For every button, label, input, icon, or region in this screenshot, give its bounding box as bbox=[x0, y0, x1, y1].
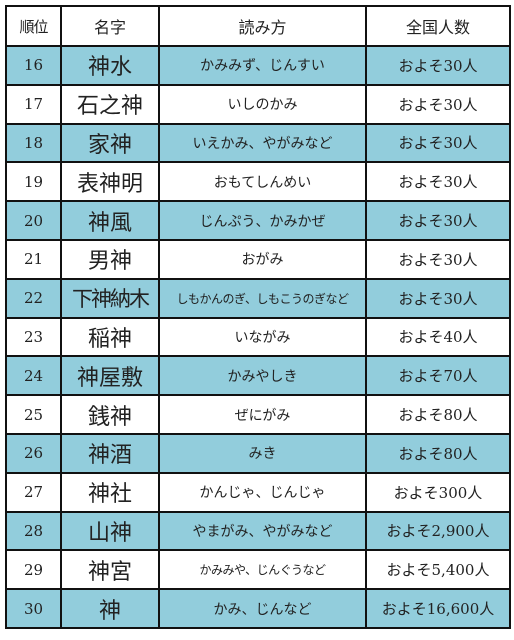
reading-cell: やまがみ、やがみなど bbox=[158, 510, 367, 552]
surname-cell: 神風 bbox=[60, 200, 160, 241]
table-row: 19 表神明 おもてしんめい およそ30人 bbox=[5, 161, 511, 203]
rank-cell: 25 bbox=[5, 394, 62, 435]
table-body: 16 神水 かみみず、じんすい およそ30人 17 石之神 いしのかみ およそ30人 18 家神い… bbox=[5, 45, 511, 629]
surname-cell: 神屋敷 bbox=[60, 355, 160, 397]
surname-cell: 表神明 bbox=[60, 161, 160, 203]
population-cell: およそ40人 bbox=[365, 316, 511, 358]
table-row: 26 神酒 みき およそ80人 bbox=[5, 432, 511, 474]
population-cell: およそ16,600人 bbox=[365, 588, 511, 629]
reading-cell: かみみや、じんぐうなど bbox=[158, 549, 367, 591]
rank-cell: 26 bbox=[5, 432, 62, 474]
table-row: 22 下神納木 しもかんのぎ、しもこうのぎなど およそ30人 bbox=[5, 277, 511, 319]
rank-cell: 22 bbox=[5, 277, 62, 319]
rank-cell: 29 bbox=[5, 549, 62, 591]
reading-cell: いながみ bbox=[158, 316, 367, 358]
table-row: 23 稲神 いながみ およそ40人 bbox=[5, 316, 511, 358]
population-cell: およそ30人 bbox=[365, 277, 511, 319]
rank-cell: 16 bbox=[5, 45, 62, 86]
rank-cell: 18 bbox=[5, 122, 62, 164]
reading-cell: みき bbox=[158, 432, 367, 474]
rank-cell: 23 bbox=[5, 316, 62, 358]
reading-cell: かみ、じんなど bbox=[158, 588, 367, 629]
reading-cell: おもてしんめい bbox=[158, 161, 367, 203]
population-cell: およそ30人 bbox=[365, 161, 511, 203]
table-row: 28 山神 やまがみ、やがみなど およそ2,900人 bbox=[5, 510, 511, 552]
population-cell: およそ2,900人 bbox=[365, 510, 511, 552]
surname-cell: 神酒 bbox=[60, 432, 160, 474]
reading-cell: じんぷう、かみかぜ bbox=[158, 200, 367, 241]
population-cell: およそ30人 bbox=[365, 238, 511, 280]
population-cell: およそ80人 bbox=[365, 394, 511, 435]
population-cell: およそ30人 bbox=[365, 200, 511, 241]
surname-cell: 銭神 bbox=[60, 394, 160, 435]
table-row: 20 神風 じんぷう、かみかぜ およそ30人 bbox=[5, 200, 511, 241]
table-row: 25 銭神 ぜにがみ およそ80人 bbox=[5, 394, 511, 435]
surname-cell: 下神納木 bbox=[60, 277, 160, 319]
table-row: 29 神宮 かみみや、じんぐうなど およそ5,400人 bbox=[5, 549, 511, 591]
table-row: 17 石之神 いしのかみ およそ30人 bbox=[5, 83, 511, 125]
rank-cell: 27 bbox=[5, 471, 62, 513]
rank-cell: 30 bbox=[5, 588, 62, 629]
table-row: 24 神屋敷 かみやしき およそ70人 bbox=[5, 355, 511, 397]
reading-cell: いしのかみ bbox=[158, 83, 367, 125]
rank-cell: 17 bbox=[5, 83, 62, 125]
table-row: 18 家神 いえかみ、やがみなど およそ30人 bbox=[5, 122, 511, 164]
surname-cell: 家神 bbox=[60, 122, 160, 164]
surname-cell: 山神 bbox=[60, 510, 160, 552]
rank-cell: 20 bbox=[5, 200, 62, 241]
table-row: 21 男神 おがみ およそ30人 bbox=[5, 238, 511, 280]
reading-cell: かみみず、じんすい bbox=[158, 45, 367, 86]
surname-cell: 男神 bbox=[60, 238, 160, 280]
population-cell: およそ30人 bbox=[365, 122, 511, 164]
population-cell: およそ300人 bbox=[365, 471, 511, 513]
surname-cell: 神水 bbox=[60, 45, 160, 86]
header-row: 順位 名字 読み方 全国人数 bbox=[5, 5, 511, 47]
header-count: 全国人数 bbox=[365, 5, 511, 47]
header-name: 名字 bbox=[60, 5, 160, 47]
table-row: 16 神水 かみみず、じんすい およそ30人 bbox=[5, 45, 511, 86]
population-cell: およそ5,400人 bbox=[365, 549, 511, 591]
surname-cell: 石之神 bbox=[60, 83, 160, 125]
rank-cell: 28 bbox=[5, 510, 62, 552]
header-rank: 順位 bbox=[5, 5, 62, 47]
surname-cell: 神 bbox=[60, 588, 160, 629]
reading-cell: かみやしき bbox=[158, 355, 367, 397]
surname-cell: 神宮 bbox=[60, 549, 160, 591]
rank-cell: 21 bbox=[5, 238, 62, 280]
population-cell: およそ70人 bbox=[365, 355, 511, 397]
surname-cell: 稲神 bbox=[60, 316, 160, 358]
table-row: 27 神社 かんじゃ、じんじゃ およそ300人 bbox=[5, 471, 511, 513]
header-reading: 読み方 bbox=[158, 5, 367, 47]
rank-cell: 24 bbox=[5, 355, 62, 397]
reading-cell: おがみ bbox=[158, 238, 367, 280]
population-cell: およそ30人 bbox=[365, 45, 511, 86]
reading-cell: ぜにがみ bbox=[158, 394, 367, 435]
table-row: 30 神かみ、じんなど およそ16,600人 bbox=[5, 588, 511, 629]
surname-cell: 神社 bbox=[60, 471, 160, 513]
surname-ranking-table: 順位 名字 読み方 全国人数 16 神水 かみみず、じんすい およそ30人 17 石之神い… bbox=[5, 5, 511, 629]
population-cell: およそ30人 bbox=[365, 83, 511, 125]
population-cell: およそ80人 bbox=[365, 432, 511, 474]
surname-ranking-table-container: 順位 名字 読み方 全国人数 16 神水 かみみず、じんすい およそ30人 17 石之神い… bbox=[5, 5, 511, 629]
reading-cell: いえかみ、やがみなど bbox=[158, 122, 367, 164]
rank-cell: 19 bbox=[5, 161, 62, 203]
reading-cell: かんじゃ、じんじゃ bbox=[158, 471, 367, 513]
reading-cell: しもかんのぎ、しもこうのぎなど bbox=[158, 277, 367, 319]
